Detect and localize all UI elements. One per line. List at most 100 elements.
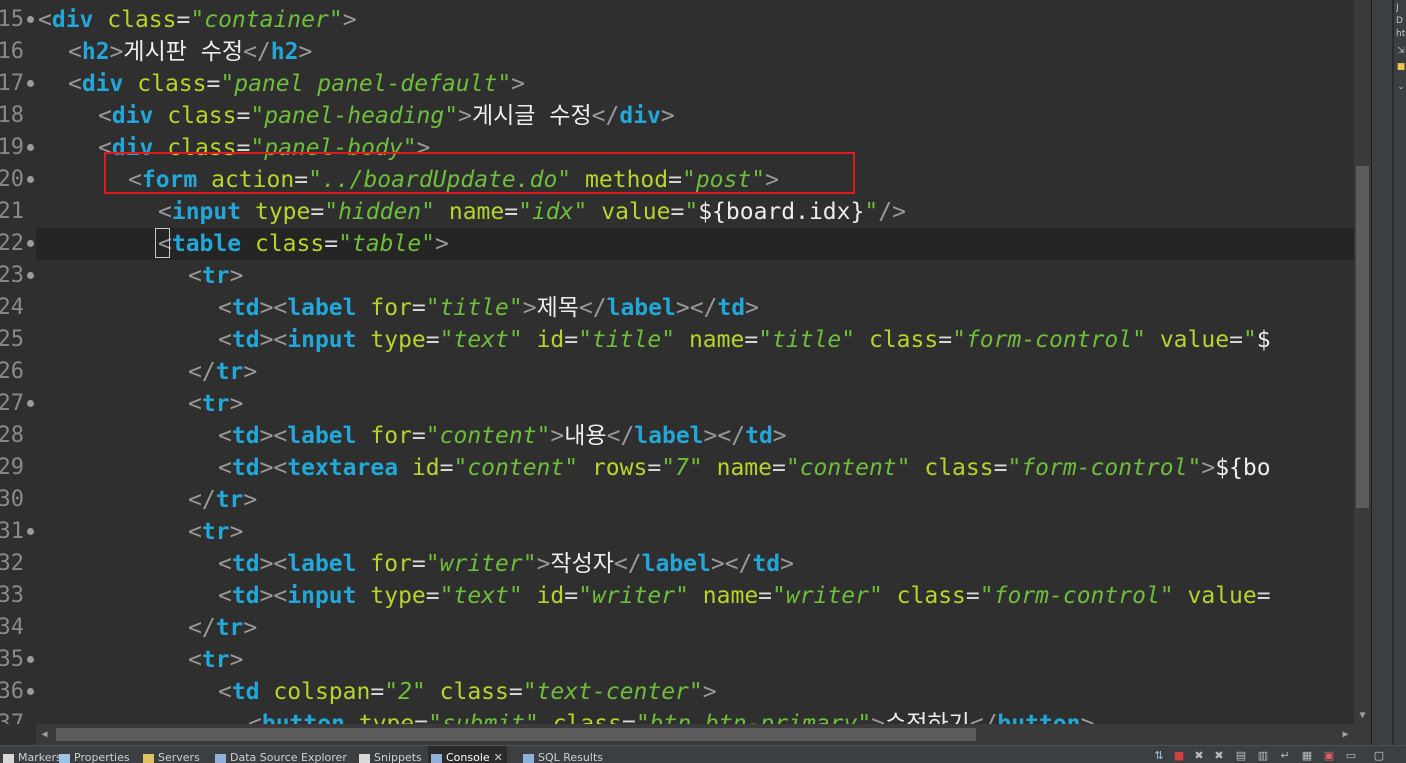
pin-console-icon[interactable]: ▦ (1300, 749, 1314, 763)
fold-marker-icon[interactable] (27, 272, 34, 279)
display-console-icon[interactable]: ▣ (1322, 749, 1336, 763)
code-line-content: <div class="panel-heading">게시글 수정</div> (98, 100, 675, 132)
code-token: = (647, 455, 662, 481)
line-number: 29 (0, 452, 36, 484)
fold-marker-icon[interactable] (27, 656, 34, 663)
view-tab-console[interactable]: Console ✕ (428, 746, 507, 763)
code-line[interactable]: <tr> (36, 516, 1354, 548)
fold-marker-icon[interactable] (27, 528, 34, 535)
vertical-scrollbar-thumb[interactable] (1356, 166, 1369, 508)
code-token: name (716, 455, 772, 481)
chevron-down-icon[interactable]: ⌄ (1396, 82, 1406, 92)
remove-launch-icon[interactable]: ✖ (1192, 749, 1206, 763)
clear-console-icon[interactable]: ▤ (1234, 749, 1248, 763)
code-line[interactable]: <tr> (36, 260, 1354, 292)
collapse-icon[interactable]: ⇲ (1396, 46, 1406, 56)
code-token: 내용 (564, 423, 607, 449)
word-wrap-icon[interactable]: ↵ (1278, 749, 1292, 763)
code-line[interactable]: </tr> (36, 356, 1354, 388)
code-line[interactable]: <div class="panel-heading">게시글 수정</div> (36, 100, 1354, 132)
view-tab-servers[interactable]: Servers (140, 746, 204, 763)
code-line[interactable]: <input type="hidden" name="idx" value="$… (36, 196, 1354, 228)
code-token: class (868, 327, 939, 353)
code-token: < (188, 519, 202, 545)
code-token: = (370, 679, 385, 705)
code-line-current[interactable]: <table class="table"> (36, 228, 1354, 260)
scroll-lock-icon[interactable]: ▥ (1256, 749, 1270, 763)
code-token: div (111, 135, 154, 161)
code-token: > (1201, 455, 1216, 481)
code-line[interactable]: <tr> (36, 644, 1354, 676)
scroll-down-arrow-icon[interactable]: ▼ (1354, 707, 1371, 724)
code-token: $ (1256, 327, 1271, 353)
vertical-scrollbar[interactable]: ▼ (1354, 0, 1371, 724)
code-line-content: <td><input type="text" id="title" name="… (218, 324, 1271, 356)
code-token: input (171, 199, 242, 225)
code-line[interactable]: <td colspan="2" class="text-center"> (36, 676, 1354, 708)
fold-marker-icon[interactable] (27, 16, 34, 23)
fold-marker-icon[interactable] (27, 144, 34, 151)
code-line[interactable]: </tr> (36, 612, 1354, 644)
fold-marker-icon[interactable] (27, 688, 34, 695)
code-line[interactable]: <td><label for="content">내용</label></td> (36, 420, 1354, 452)
code-line[interactable]: <div class="panel-body"> (36, 132, 1354, 164)
close-icon[interactable]: ✕ (494, 751, 503, 763)
code-line[interactable]: <div class="container"> (36, 4, 1354, 36)
code-editor[interactable]: 15 16 17 18 19 20 21 22 23 24 25 26 27 28 29 30 31 32 33 34… (0, 0, 1371, 745)
code-line[interactable]: <td><input type="text" id="writer" name=… (36, 580, 1354, 612)
code-token: > (511, 71, 526, 97)
fold-marker-icon[interactable] (27, 80, 34, 87)
code-line[interactable]: <td><label for="title">제목</label></td> (36, 292, 1354, 324)
code-token: > (229, 647, 244, 673)
view-tab-properties[interactable]: Properties (56, 746, 134, 763)
line-number-text: 31 (0, 519, 24, 544)
fold-marker-icon[interactable] (27, 400, 34, 407)
code-line[interactable]: <td><textarea id="content" rows="7" name… (36, 452, 1354, 484)
pin-icon[interactable]: ⇅ (1152, 749, 1166, 763)
code-token: td (231, 679, 260, 705)
line-number: 18 (0, 100, 36, 132)
fold-marker-icon[interactable] (27, 176, 34, 183)
code-line[interactable]: </tr> (36, 484, 1354, 516)
code-line[interactable]: <td><label for="writer">작성자</label></td> (36, 548, 1354, 580)
remove-all-icon[interactable]: ✖ (1212, 749, 1226, 763)
sql-results-icon (523, 754, 534, 763)
code-line[interactable]: <h2>게시판 수정</h2> (36, 36, 1354, 68)
code-token: </ (243, 39, 271, 65)
code-token: 게시판 수정 (123, 39, 244, 65)
code-token: td (745, 423, 773, 449)
code-line[interactable]: <div class="panel panel-default"> (36, 68, 1354, 100)
code-text-area[interactable]: <div class="container"> <h2>게시판 수정</h2> <d… (36, 0, 1354, 724)
code-token: < (218, 679, 232, 705)
code-token: < (98, 135, 112, 161)
line-number: 34 (0, 612, 36, 644)
scroll-right-arrow-icon[interactable]: ▶ (1337, 724, 1354, 745)
code-line[interactable]: <form action="../boardUpdate.do" method=… (36, 164, 1354, 196)
code-token: "content" (425, 423, 551, 449)
view-tab-sql-results[interactable]: SQL Results (520, 746, 607, 763)
code-token: /> (878, 199, 906, 225)
code-token: tr (215, 359, 244, 385)
view-tab-snippets[interactable]: Snippets (356, 746, 426, 763)
panel-divider[interactable] (1392, 0, 1394, 745)
file-icon[interactable]: ■ (1396, 62, 1406, 72)
minimize-icon[interactable]: ▭ (1344, 749, 1358, 763)
fold-marker-icon[interactable] (27, 240, 34, 247)
code-line[interactable]: <tr> (36, 388, 1354, 420)
scroll-left-arrow-icon[interactable]: ◀ (36, 724, 53, 745)
code-token: = (425, 327, 440, 353)
code-token: 수정하기 (885, 711, 970, 724)
code-line[interactable]: <td><input type="text" id="title" name="… (36, 324, 1354, 356)
view-tab-data-source-explorer[interactable]: Data Source Explorer (212, 746, 351, 763)
code-token: < (68, 71, 82, 97)
code-line[interactable]: <button type="submit" class="btn btn-pri… (36, 708, 1354, 724)
maximize-icon[interactable]: ▢ (1372, 749, 1386, 763)
code-line-content: <td><label for="writer">작성자</label></td> (218, 548, 794, 580)
code-token: "content" (785, 455, 911, 481)
code-token: class (439, 679, 509, 705)
code-token: "panel-heading" (250, 103, 459, 129)
stop-icon[interactable]: ■ (1172, 749, 1186, 763)
horizontal-scrollbar-thumb[interactable] (56, 728, 976, 741)
horizontal-scrollbar[interactable]: ◀ ▶ (36, 724, 1371, 745)
